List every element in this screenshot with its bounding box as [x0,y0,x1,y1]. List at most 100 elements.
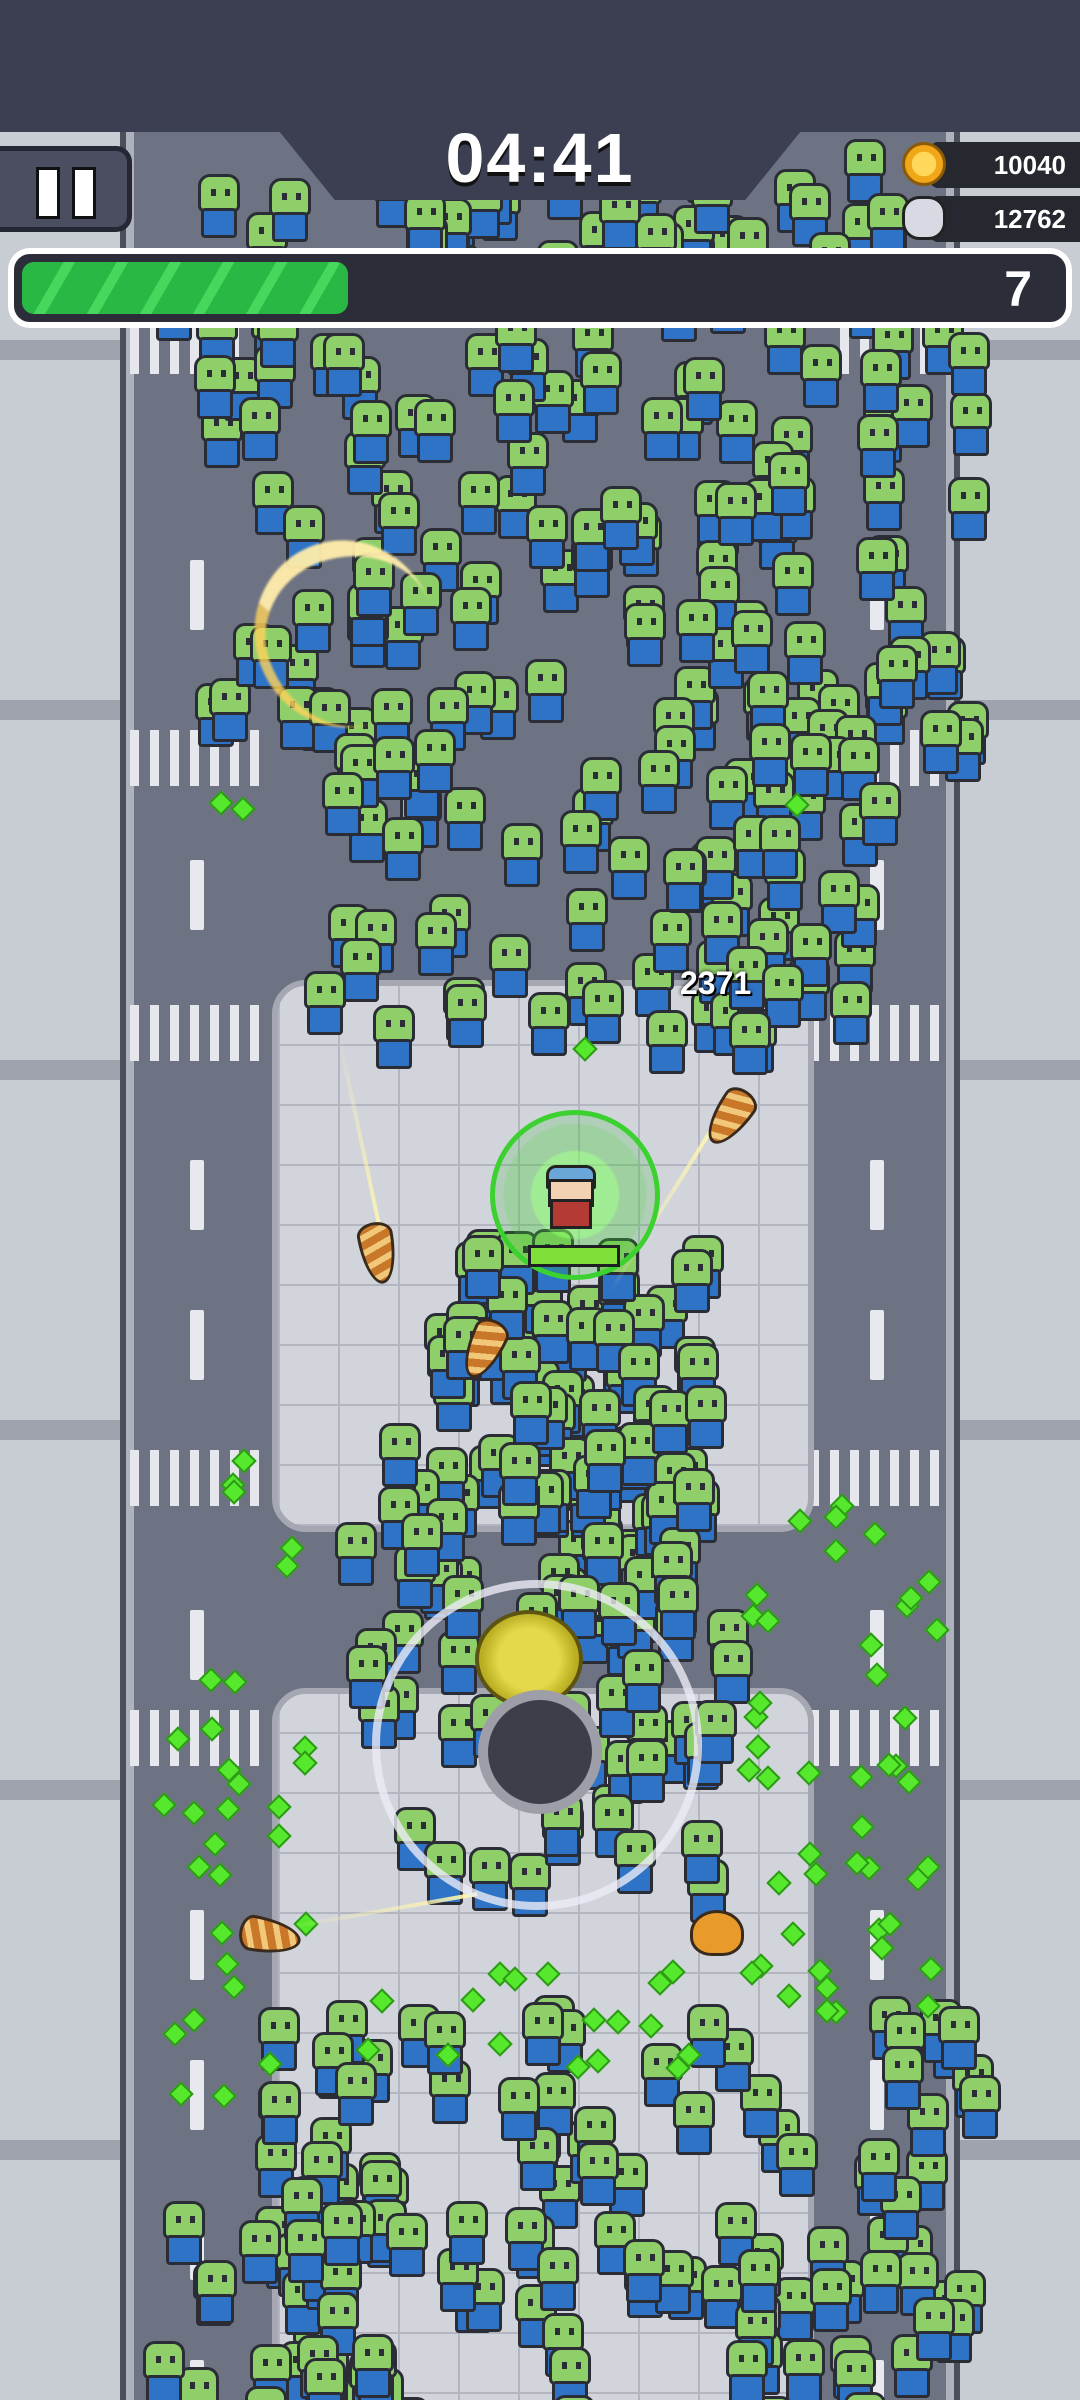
zombie [673,598,721,669]
zombie [956,2075,1004,2145]
zombie [680,356,728,427]
coin-icon [902,142,946,186]
zombie [726,1011,774,1081]
level-number: 7 [1004,261,1032,317]
zombie [557,809,605,880]
zombie [756,815,804,885]
zombie [581,1429,629,1499]
zombie [853,536,901,607]
lane-dash [190,560,204,630]
zombie [443,2201,491,2271]
zombie [442,984,490,1054]
pause-button[interactable] [0,146,132,232]
lane-dash [190,1160,204,1230]
kill-count: 12762 [993,204,1066,234]
zombie [910,2297,958,2367]
zombie [854,413,902,484]
top-hud-bar [0,0,1080,132]
pause-icon [36,167,60,219]
zombie [370,735,418,806]
zombie [807,2267,855,2338]
zombie [620,2239,668,2309]
zombie [643,1009,691,1080]
zombie [332,1522,380,1592]
zombie [857,2250,905,2320]
zombie [522,659,570,729]
crosswalk [810,1710,950,1766]
zombie [605,836,653,906]
zombie [856,781,904,852]
zombie [746,723,794,793]
crosswalk [810,1450,950,1506]
zombie [857,348,905,419]
player-health-bar [528,1245,620,1267]
zombie [841,2392,889,2400]
zombie [670,2091,718,2161]
zombie [498,823,546,893]
player-character [540,1165,596,1229]
lane-dash [190,1910,204,1980]
zombie [349,2334,397,2400]
zombie [873,645,921,715]
lane-dash [190,1310,204,1380]
joystick-knob[interactable] [478,1690,602,1814]
zombie [638,397,686,467]
zombie [660,848,708,918]
zombie [935,2006,983,2076]
zombie [797,343,845,414]
zombie [765,452,813,522]
zombie [320,332,368,403]
zombie [256,2080,304,2151]
zombie [597,486,645,556]
zombie [519,2002,567,2072]
zombie [236,396,284,467]
zombie [780,2339,828,2400]
crosswalk [130,1005,270,1061]
xp-bar: 7 [8,248,1072,328]
zombie [412,911,460,982]
skull-icon [902,196,946,240]
lane-dash [870,1160,884,1230]
zombie [370,1004,418,1075]
lane-dash [190,860,204,930]
coin-counter: 10040 [902,142,1080,188]
zombie [563,887,611,958]
damage-number: 2371 [680,965,752,1001]
coin-bag-pickup [690,1910,744,1956]
zombie [723,2340,771,2400]
zombie [379,816,427,887]
zombie [332,2062,380,2132]
zombie [855,2138,903,2208]
zombie [621,603,669,673]
zombie [773,2132,821,2203]
zombie [242,2386,290,2400]
lane-dash [870,1310,884,1380]
zombie [546,2346,594,2400]
zombie [654,1575,702,1646]
zombie [411,399,459,469]
zombie [945,477,993,547]
zombie [459,1235,507,1305]
zombie [574,2142,622,2212]
zombie [712,482,760,552]
zombie [879,2045,927,2116]
left-building-wall [0,0,126,2400]
kill-counter: 12762 [902,196,1080,242]
zombie [376,1422,424,1493]
player-health-fill [531,1248,617,1264]
coin-count: 10040 [993,150,1066,180]
lane-dash [190,1610,204,1680]
zombie [490,378,538,449]
zombie [550,2394,598,2400]
zombie [670,1467,718,1538]
zombie [496,1442,544,1512]
zombie [682,1385,730,1455]
zombie [635,750,683,820]
zombie [347,400,395,470]
zombie [236,2220,284,2290]
zombie [140,2341,188,2400]
pause-icon [72,167,96,219]
zombie [577,351,625,421]
game-field[interactable]: 2371 [0,0,1080,2400]
zombie [507,1380,555,1451]
